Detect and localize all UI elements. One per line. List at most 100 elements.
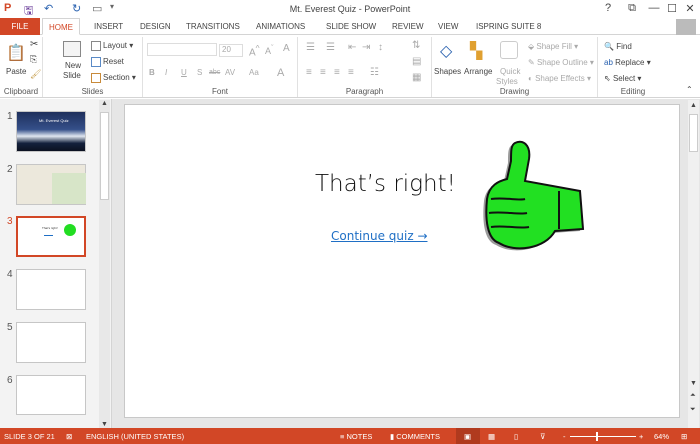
quick-styles-icon[interactable] <box>500 41 518 59</box>
font-color-button[interactable]: A <box>277 67 284 79</box>
thumbnail-scrollbar[interactable]: ▲ ▼ <box>99 100 110 428</box>
slide-thumbnail-6[interactable] <box>16 375 86 415</box>
slide-thumbnail-4[interactable] <box>16 269 86 310</box>
clear-formatting-icon[interactable]: A <box>283 43 290 54</box>
user-avatar[interactable] <box>676 19 696 35</box>
tab-review[interactable]: REVIEW <box>386 18 430 35</box>
zoom-slider[interactable] <box>570 432 636 441</box>
new-slide-button[interactable]: New <box>65 61 81 70</box>
close-button[interactable]: ✕ <box>682 2 698 15</box>
minimize-button[interactable]: — <box>646 2 662 14</box>
slide-scrollbar[interactable]: ▲ ▼ ⏶ ⏷ <box>688 100 699 428</box>
normal-view-button[interactable]: ▣ <box>456 428 480 444</box>
ribbon-display-icon[interactable]: ⧉ <box>624 2 640 15</box>
layout-button[interactable]: Layout ▾ <box>91 41 133 51</box>
zoom-level[interactable]: 64% <box>654 432 669 441</box>
align-left-icon[interactable]: ≡ <box>306 67 312 78</box>
section-button[interactable]: Section ▾ <box>91 73 136 83</box>
shapes-button[interactable]: Shapes <box>434 67 461 76</box>
replace-button[interactable]: ab Replace ▾ <box>604 58 651 67</box>
shadow-button[interactable]: S <box>197 68 202 77</box>
copy-icon[interactable]: ⎘ <box>30 54 37 65</box>
italic-button[interactable]: I <box>165 68 167 77</box>
change-case-button[interactable]: Aa <box>249 68 259 77</box>
slide-sorter-icon[interactable]: ▦ <box>488 432 495 441</box>
scroll-down-icon[interactable]: ▼ <box>101 421 108 428</box>
tab-animations[interactable]: ANIMATIONS <box>250 18 311 35</box>
justify-icon[interactable]: ≡ <box>348 67 354 78</box>
numbering-icon[interactable]: ☰ <box>326 42 335 53</box>
underline-button[interactable]: U <box>181 68 187 77</box>
next-slide-icon[interactable]: ⏷ <box>690 406 696 414</box>
line-spacing-icon[interactable]: ↕ <box>378 42 383 53</box>
arrange-icon[interactable]: ▚ <box>470 41 482 61</box>
zoom-out-button[interactable]: - <box>563 432 566 441</box>
font-name-select[interactable] <box>147 43 217 56</box>
reading-view-icon[interactable]: ▯ <box>514 432 518 441</box>
scroll-up-icon[interactable]: ▲ <box>101 100 108 107</box>
font-size-select[interactable]: 20 <box>219 44 243 57</box>
quick-styles-button-2[interactable]: Styles <box>496 77 518 86</box>
scroll-up-icon[interactable]: ▲ <box>690 102 697 109</box>
reset-button[interactable]: Reset <box>91 57 124 67</box>
tab-slide-show[interactable]: SLIDE SHOW <box>320 18 382 35</box>
tab-ispring[interactable]: ISPRING SUITE 8 <box>470 18 547 35</box>
quick-styles-button[interactable]: Quick <box>500 67 520 76</box>
comments-button[interactable]: ▮ COMMENTS <box>390 432 440 441</box>
cut-icon[interactable]: ✂ <box>30 39 38 50</box>
format-painter-icon[interactable]: 🖌 <box>30 69 41 80</box>
tab-insert[interactable]: INSERT <box>88 18 129 35</box>
paste-button[interactable]: Paste <box>6 67 26 76</box>
align-center-icon[interactable]: ≡ <box>320 67 326 78</box>
tab-home[interactable]: HOME <box>42 18 80 35</box>
fit-to-window-icon[interactable]: ⊞ <box>681 432 687 441</box>
shape-fill-button[interactable]: ⬙ Shape Fill ▾ <box>528 42 578 51</box>
increase-indent-icon[interactable]: ⇥ <box>362 42 370 53</box>
notes-button[interactable]: ≡ NOTES <box>340 432 372 441</box>
zoom-slider-thumb[interactable] <box>596 432 599 441</box>
scroll-down-icon[interactable]: ▼ <box>690 380 697 387</box>
slide-thumbnail-5[interactable] <box>16 322 86 363</box>
scroll-thumb[interactable] <box>689 114 698 152</box>
slideshow-icon[interactable]: ⊽ <box>540 432 546 441</box>
shrink-font-icon[interactable]: Aˇ <box>265 43 274 56</box>
strikethrough-button[interactable]: abc <box>209 69 220 76</box>
tab-design[interactable]: DESIGN <box>134 18 177 35</box>
new-slide-button-2[interactable]: Slide <box>63 71 81 80</box>
char-spacing-button[interactable]: AV <box>225 68 235 77</box>
slide-heading[interactable]: That’s right! <box>315 171 456 197</box>
collapse-ribbon-icon[interactable]: ⌃ <box>686 85 693 94</box>
slide-thumbnail-3-selected[interactable]: That's right! <box>16 216 86 257</box>
scroll-thumb[interactable] <box>100 112 109 200</box>
arrange-button[interactable]: Arrange <box>464 67 492 76</box>
tab-transitions[interactable]: TRANSITIONS <box>180 18 246 35</box>
previous-slide-icon[interactable]: ⏶ <box>690 392 696 400</box>
align-text-icon[interactable]: ▤ <box>412 56 421 67</box>
columns-icon[interactable]: ☷ <box>370 67 379 78</box>
slide-thumbnail-1[interactable]: Mt. Everest Quiz <box>16 111 86 152</box>
language-status[interactable]: ENGLISH (UNITED STATES) <box>86 432 184 441</box>
bold-button[interactable]: B <box>149 68 155 77</box>
text-direction-icon[interactable]: ⇅ <box>412 40 420 51</box>
thumbs-up-image[interactable] <box>475 139 587 259</box>
align-right-icon[interactable]: ≡ <box>334 67 340 78</box>
select-button[interactable]: ⇖ Select ▾ <box>604 74 641 83</box>
decrease-indent-icon[interactable]: ⇤ <box>348 42 356 53</box>
tab-file[interactable]: FILE <box>0 18 40 35</box>
new-slide-icon[interactable] <box>63 41 81 57</box>
grow-font-icon[interactable]: A^ <box>249 43 260 58</box>
shape-outline-button[interactable]: ✎ Shape Outline ▾ <box>528 58 594 67</box>
smartart-icon[interactable]: ▦ <box>412 72 421 83</box>
paste-icon[interactable]: 📋 <box>6 43 26 63</box>
slide-canvas[interactable]: That’s right! Continue quiz → <box>124 104 680 418</box>
find-button[interactable]: 🔍 Find <box>604 42 632 51</box>
zoom-in-button[interactable]: + <box>639 432 643 441</box>
shape-effects-button[interactable]: ◐ Shape Effects ▾ <box>528 74 591 83</box>
maximize-button[interactable]: ☐ <box>664 2 680 15</box>
tab-view[interactable]: VIEW <box>432 18 464 35</box>
help-icon[interactable]: ? <box>600 2 616 14</box>
slide-thumbnail-2[interactable] <box>16 164 86 205</box>
shapes-icon[interactable]: ◇ <box>440 41 452 61</box>
spell-check-icon[interactable]: ⊠ <box>66 432 72 441</box>
bullets-icon[interactable]: ☰ <box>306 42 315 53</box>
